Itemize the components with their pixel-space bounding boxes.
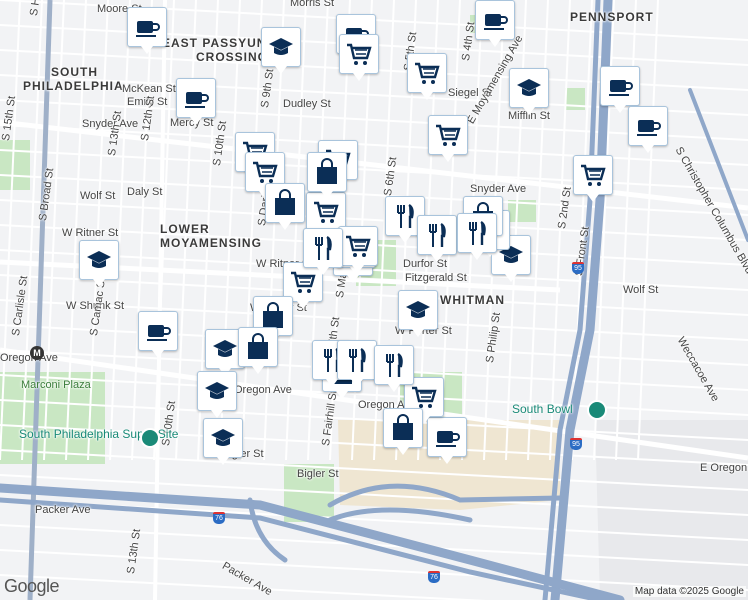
neighborhood-label: PHILADELPHIA [23,79,124,93]
restaurant-marker[interactable] [374,345,414,392]
street-label: Wolf St [80,190,116,202]
school-marker[interactable] [197,371,237,418]
street-label: Bigler St [297,468,339,480]
bag-marker[interactable] [307,152,347,199]
restaurant-marker[interactable] [457,213,497,260]
metro-station-icon[interactable]: M [30,346,44,360]
park-area [0,140,30,190]
neighborhood-label: MOYAMENSING [160,236,262,250]
school-marker[interactable] [203,418,243,465]
street-label: W Ritner St [62,227,119,239]
street-label: Morris St [290,0,334,9]
map-canvas[interactable]: EAST PASSYUNK CROSSING SOUTH PHILADELPHIA LO… [0,0,748,600]
street-label: Daly St [127,186,163,198]
cart-marker[interactable] [573,155,613,202]
cart-marker[interactable] [407,53,447,100]
school-marker[interactable] [261,27,301,74]
bag-marker[interactable] [383,408,423,455]
park-label[interactable]: Marconi Plaza [21,379,91,391]
cart-marker[interactable] [428,115,468,162]
google-logo[interactable]: Google [4,576,60,597]
coffee-marker[interactable] [176,78,216,125]
map-attribution[interactable]: Map data ©2025 Google [632,586,746,597]
street-label: E Oregon Ave [700,462,748,474]
bag-marker[interactable] [238,327,278,374]
interstate-shield: 76 [213,512,225,524]
street-label: Packer Ave [35,504,91,516]
school-marker[interactable] [509,68,549,115]
poi-marker-icon[interactable] [140,428,160,448]
cart-marker[interactable] [339,34,379,81]
street-label: McKean St [122,83,176,95]
poi-marker-icon[interactable] [587,400,607,420]
neighborhood-label: SOUTH [51,65,98,79]
school-marker[interactable] [79,240,119,287]
neighborhood-label: PENNSPORT [570,10,654,24]
restaurant-marker[interactable] [337,340,377,387]
restaurant-marker[interactable] [303,228,343,275]
street-label: Oregon Ave [0,352,58,364]
street-label: Wolf St [623,284,659,296]
neighborhood-label: CROSSING [196,50,269,64]
coffee-marker[interactable] [127,7,167,54]
interstate-shield: 95 [572,262,584,274]
street-label: Oregon Ave [234,384,292,396]
neighborhood-label: EAST PASSYUNK [162,36,277,50]
street-label: Fitzgerald St [405,272,467,284]
restaurant-marker[interactable] [417,215,457,262]
interstate-shield: 95 [570,438,582,450]
bag-marker[interactable] [265,183,305,230]
coffee-marker[interactable] [628,106,668,153]
interstate-shield: 76 [428,571,440,583]
poi-label[interactable]: South Bowl [512,402,573,416]
street-label: Dudley St [283,98,331,110]
neighborhood-label: WHITMAN [440,293,505,307]
coffee-marker[interactable] [475,0,515,47]
cart-marker[interactable] [338,226,378,273]
school-marker[interactable] [398,290,438,337]
street-label: Snyder Ave [470,183,527,195]
neighborhood-label: LOWER [160,222,210,236]
coffee-marker[interactable] [600,66,640,113]
coffee-marker[interactable] [427,417,467,464]
coffee-marker[interactable] [138,311,178,358]
